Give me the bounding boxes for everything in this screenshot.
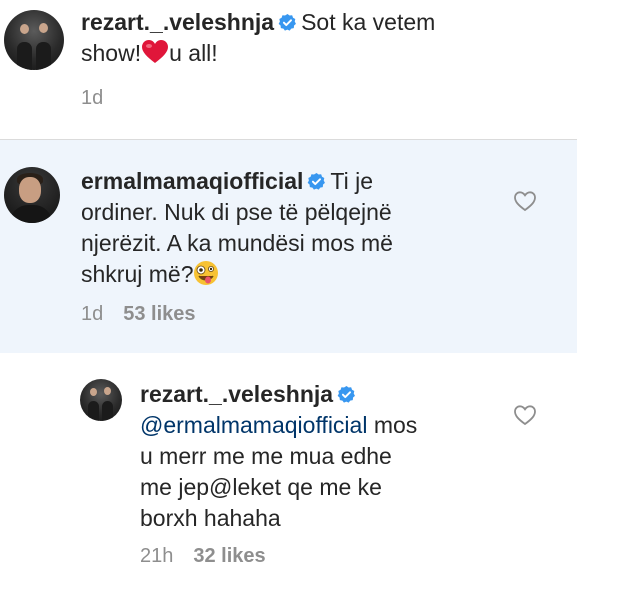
timestamp[interactable]: 21h bbox=[140, 545, 173, 567]
comment-meta: 1d bbox=[81, 87, 103, 110]
comment-meta: 21h 32 likes bbox=[140, 545, 266, 568]
verified-badge-icon bbox=[308, 172, 326, 190]
comment-text: rezart._.veleshnja @ermalmamaqiofficial … bbox=[140, 381, 418, 531]
username[interactable]: rezart._.veleshnja bbox=[81, 9, 274, 35]
avatar[interactable] bbox=[4, 167, 60, 223]
timestamp[interactable]: 1d bbox=[81, 87, 103, 109]
comment-meta: 1d 53 likes bbox=[81, 303, 196, 326]
comment-text: ermalmamaqiofficial Ti je ordiner. Nuk di… bbox=[81, 168, 393, 287]
likes-count[interactable]: 53 likes bbox=[123, 303, 195, 325]
comment-2: ermalmamaqiofficial Ti je ordiner. Nuk di… bbox=[0, 140, 577, 353]
verified-badge-icon bbox=[337, 385, 356, 403]
red-heart-icon bbox=[142, 40, 169, 63]
like-heart-icon[interactable] bbox=[513, 404, 537, 426]
likes-count[interactable]: 32 likes bbox=[193, 545, 265, 567]
comment-1: rezart._.veleshnja Sot ka vetem show! u al… bbox=[0, 0, 640, 139]
mention-link[interactable]: @ermalmamaqiofficial bbox=[140, 412, 367, 438]
username[interactable]: ermalmamaqiofficial bbox=[81, 168, 303, 194]
like-heart-icon[interactable] bbox=[513, 190, 537, 212]
comment-text: rezart._.veleshnja Sot ka vetem show! u al… bbox=[81, 9, 436, 66]
avatar[interactable] bbox=[80, 379, 122, 421]
timestamp[interactable]: 1d bbox=[81, 303, 103, 325]
comment-3-reply: rezart._.veleshnja @ermalmamaqiofficial … bbox=[0, 353, 640, 613]
zany-face-icon bbox=[194, 261, 219, 285]
avatar[interactable] bbox=[4, 10, 64, 70]
verified-badge-icon bbox=[278, 13, 297, 31]
username[interactable]: rezart._.veleshnja bbox=[140, 381, 333, 407]
